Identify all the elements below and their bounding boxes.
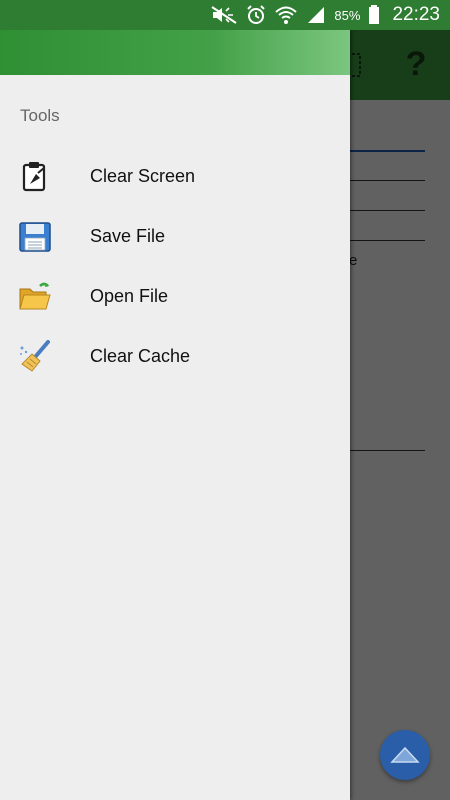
clipboard-pen-icon (18, 160, 52, 194)
menu-item-label: Clear Cache (90, 345, 191, 366)
clock: 22:23 (392, 4, 440, 25)
status-bar: 85% 22:23 (0, 0, 450, 30)
menu-item-label: Open File (90, 285, 169, 306)
signal-icon (306, 5, 326, 25)
menu-item-clear-screen[interactable]: Clear Screen (0, 146, 350, 206)
navigation-drawer: Tools Clear Screen Save File Open File C… (0, 30, 350, 800)
menu-item-open-file[interactable]: Open File (0, 266, 350, 326)
mute-icon (210, 5, 238, 25)
drawer-header (0, 30, 350, 75)
section-title: Tools (20, 106, 60, 125)
menu-item-clear-cache[interactable]: Clear Cache (0, 326, 350, 386)
open-folder-icon (18, 280, 52, 314)
floppy-disk-icon (18, 220, 52, 254)
menu-item-label: Save File (90, 225, 166, 246)
alarm-icon (246, 5, 266, 25)
scroll-up-button[interactable] (380, 730, 430, 780)
battery-percent: 85% (334, 7, 361, 23)
broom-icon (18, 340, 52, 374)
menu-item-label: Clear Screen (90, 165, 196, 186)
menu-item-save-file[interactable]: Save File (0, 206, 350, 266)
battery-icon (368, 5, 380, 25)
wifi-icon (274, 5, 298, 25)
chevron-up-icon (390, 746, 420, 763)
